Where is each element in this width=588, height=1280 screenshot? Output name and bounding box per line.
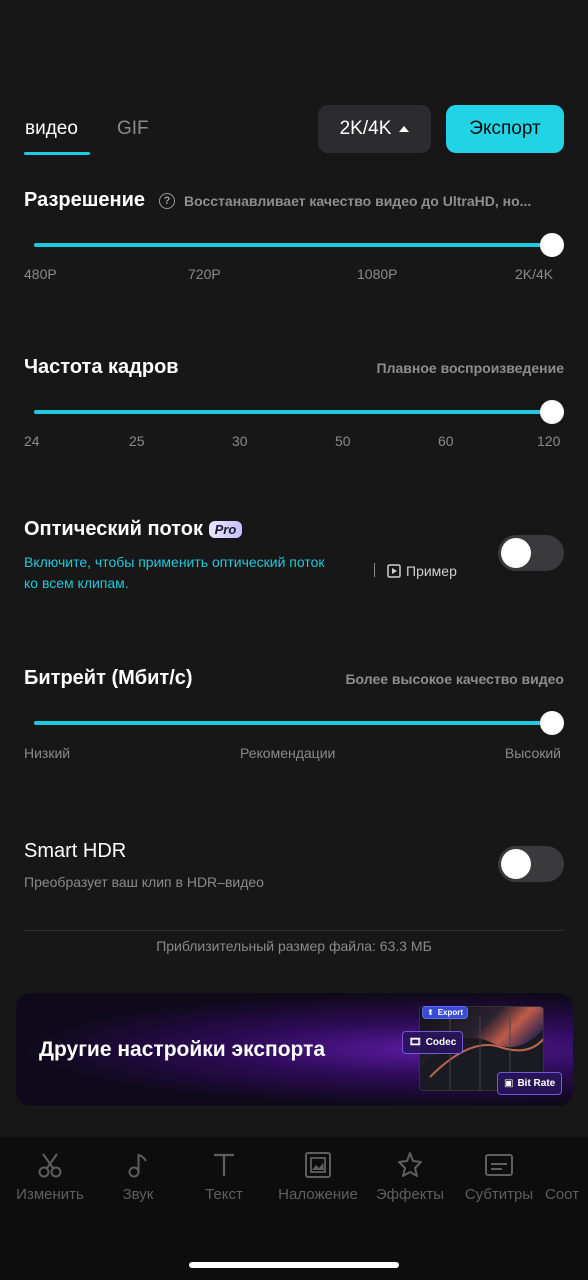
caret-up-icon xyxy=(399,126,410,132)
resolution-dropdown[interactable]: 2K/4K xyxy=(318,105,431,153)
chip-export-label: Export xyxy=(437,1008,464,1017)
tab-gif[interactable]: GIF xyxy=(117,118,149,140)
toggle-knob xyxy=(501,538,531,568)
bitrate-slider-track[interactable] xyxy=(34,721,552,725)
banner-export-chip: ⬆ Export xyxy=(422,1006,469,1019)
optical-flow-toggle[interactable] xyxy=(498,535,564,571)
bitrate-tick: Низкий xyxy=(24,745,71,761)
film-icon: 🎞 xyxy=(409,1037,422,1048)
frame-rate-hint: Плавное воспроизведение xyxy=(376,360,564,376)
optical-flow-description-line: ко всем клипам. xyxy=(24,575,129,591)
frame-rate-tick: 30 xyxy=(232,433,248,449)
nav-label: Соот xyxy=(545,1186,580,1203)
optical-flow-description-line: Включите, чтобы применить оптический пот… xyxy=(24,554,325,570)
bitrate-slider-knob[interactable] xyxy=(540,711,564,735)
nav-label: Субтитры xyxy=(464,1186,534,1203)
nav-label: Звук xyxy=(122,1186,154,1203)
bitrate-tick: Рекомендации xyxy=(240,745,336,761)
nav-label: Текст xyxy=(205,1186,243,1203)
optical-flow-title: Оптический поток Pro xyxy=(24,518,243,541)
chip-codec-label: Codec xyxy=(425,1037,457,1048)
bitrate-icon: ▣ xyxy=(504,1078,514,1089)
smart-hdr-toggle[interactable] xyxy=(498,846,564,882)
resolution-tick: 2K/4K xyxy=(515,266,554,282)
frame-rate-tick: 25 xyxy=(129,433,145,449)
resolution-tick: 720P xyxy=(188,266,221,282)
example-link[interactable]: Пример xyxy=(387,563,457,579)
optical-flow-description[interactable]: Включите, чтобы применить оптический пот… xyxy=(24,552,325,594)
nav-subtitles[interactable]: Субтитры xyxy=(454,1150,544,1203)
resolution-tick: 1080P xyxy=(357,266,398,282)
nav-aspect-ratio[interactable]: Соот xyxy=(545,1150,588,1203)
play-square-icon xyxy=(387,564,401,578)
smart-hdr-title: Smart HDR xyxy=(24,840,127,862)
home-indicator xyxy=(189,1262,399,1268)
example-label: Пример xyxy=(406,563,457,579)
frame-rate-tick: 24 xyxy=(24,433,40,449)
active-tab-indicator xyxy=(24,152,90,155)
overlay-icon xyxy=(305,1152,331,1178)
text-icon xyxy=(214,1153,234,1176)
nav-edit[interactable]: Изменить xyxy=(5,1150,95,1203)
frame-rate-title: Частота кадров xyxy=(24,356,179,378)
effects-star-icon xyxy=(398,1152,422,1177)
divider xyxy=(24,930,564,931)
separator xyxy=(374,563,375,577)
file-size-estimate: Приблизительный размер файла: 63.3 МБ xyxy=(156,938,432,954)
resolution-slider-track[interactable] xyxy=(34,243,552,247)
frame-rate-tick: 120 xyxy=(537,433,561,449)
nav-text[interactable]: Текст xyxy=(179,1150,269,1203)
banner-title: Другие настройки экспорта xyxy=(39,1038,326,1061)
export-icon: ⬆ xyxy=(427,1008,434,1017)
nav-overlay[interactable]: Наложение xyxy=(273,1150,363,1203)
resolution-title: Разрешение xyxy=(24,189,146,211)
smart-hdr-description: Преобразует ваш клип в HDR–видео xyxy=(24,874,264,890)
help-icon[interactable]: ? xyxy=(159,193,175,209)
frame-rate-tick: 60 xyxy=(438,433,454,449)
bitrate-hint: Более высокое качество видео xyxy=(345,671,564,687)
resolution-slider-knob[interactable] xyxy=(540,233,564,257)
chip-bitrate-label: Bit Rate xyxy=(517,1078,556,1089)
toggle-knob xyxy=(501,849,531,879)
bitrate-title: Битрейт (Мбит/с) xyxy=(24,667,193,689)
tab-video[interactable]: видео xyxy=(25,118,78,140)
nav-effects[interactable]: Эффекты xyxy=(365,1150,455,1203)
banner-bitrate-chip: ▣ Bit Rate xyxy=(497,1072,563,1095)
nav-audio[interactable]: Звук xyxy=(93,1150,183,1203)
resolution-hint: Восстанавливает качество видео до UltraH… xyxy=(184,193,532,209)
nav-label: Наложение xyxy=(278,1186,358,1203)
frame-rate-tick: 50 xyxy=(335,433,351,449)
music-note-icon xyxy=(128,1153,147,1178)
frame-rate-slider-knob[interactable] xyxy=(540,400,564,424)
optical-flow-title-text: Оптический поток xyxy=(24,518,204,540)
scissors-icon xyxy=(38,1153,62,1178)
resolution-tick: 480P xyxy=(24,266,57,282)
resolution-dropdown-value: 2K/4K xyxy=(339,118,392,139)
bitrate-tick: Высокий xyxy=(504,745,561,761)
nav-label: Изменить xyxy=(16,1186,84,1203)
frame-rate-slider-track[interactable] xyxy=(34,410,552,414)
export-button[interactable]: Экспорт xyxy=(446,105,564,153)
banner-codec-chip: 🎞 Codec xyxy=(402,1031,464,1054)
pro-badge: Pro xyxy=(208,521,243,539)
subtitles-icon xyxy=(485,1154,513,1176)
nav-label: Эффекты xyxy=(375,1186,445,1203)
